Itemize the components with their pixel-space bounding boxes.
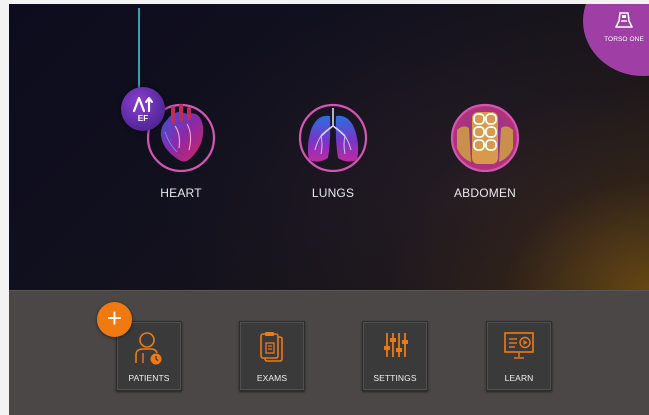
ef-tool-label: EF	[137, 114, 149, 123]
lungs-icon	[298, 103, 368, 172]
plus-icon: +	[106, 303, 123, 333]
settings-label: SETTINGS	[373, 373, 417, 383]
patient-icon	[117, 331, 181, 365]
mode-badge-content[interactable]: TORSO ONE	[600, 10, 648, 43]
patients-label: PATIENTS	[128, 373, 170, 383]
add-patient-button[interactable]: +	[97, 302, 132, 337]
abdomen-icon	[450, 103, 520, 172]
organ-selection-area: TORSO ONE EF HEART LUNGS ABDOMEN	[9, 4, 649, 290]
mode-badge-label: TORSO ONE	[604, 36, 644, 43]
organ-abdomen-label: ABDOMEN	[453, 186, 517, 200]
exams-button[interactable]: EXAMS	[239, 321, 305, 391]
exams-label: EXAMS	[256, 373, 288, 383]
settings-button[interactable]: SETTINGS	[362, 321, 428, 391]
learn-presentation-icon	[487, 331, 551, 361]
ef-tool-button[interactable]: EF	[121, 87, 165, 131]
organ-abdomen[interactable]: ABDOMEN	[440, 100, 530, 200]
learn-label: LEARN	[504, 373, 534, 383]
exams-clipboard-icon	[240, 331, 304, 363]
app-screen: TORSO ONE EF HEART LUNGS ABDOMEN + PATIE…	[9, 4, 649, 415]
organ-lungs-label: LUNGS	[311, 186, 355, 200]
organ-lungs[interactable]: LUNGS	[288, 100, 378, 200]
torso-probe-icon	[615, 12, 633, 28]
bottom-nav-bar: + PATIENTS EXAMS SETTINGS LEARN	[9, 290, 649, 415]
probe-indicator-line	[138, 8, 140, 93]
learn-button[interactable]: LEARN	[486, 321, 552, 391]
organ-heart-label: HEART	[160, 186, 202, 200]
sliders-icon	[363, 331, 427, 359]
